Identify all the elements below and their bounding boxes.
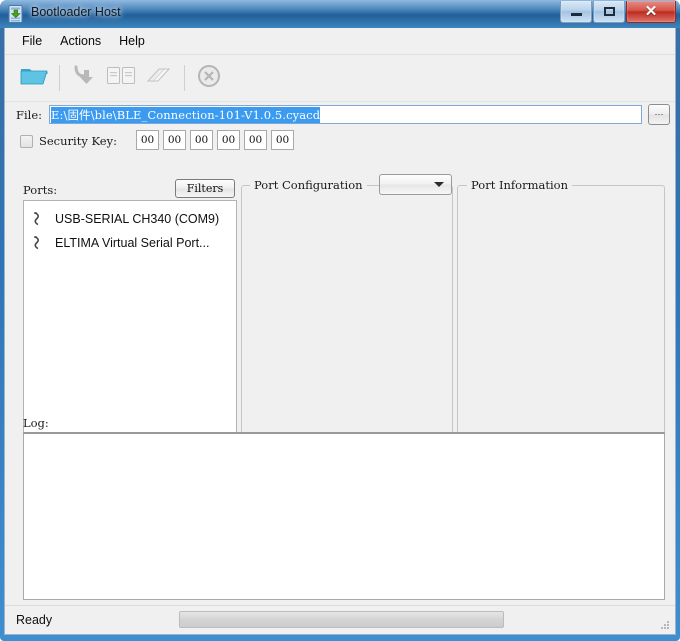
security-key-byte-group: 00 00 00 00 00 00	[136, 130, 298, 150]
toolbar-separator	[59, 65, 60, 91]
minimize-icon	[570, 13, 582, 16]
title-bar[interactable]: Bootloader Host ✕	[0, 0, 680, 28]
file-path-value: E:\固件\ble\BLE_Connection-101-V1.0.5.cyac…	[51, 107, 321, 123]
port-configuration-dropdown[interactable]	[379, 174, 452, 195]
toolbar-separator-2	[184, 65, 185, 91]
security-key-byte-0[interactable]: 00	[136, 130, 159, 150]
menu-bar: File Actions Help	[5, 28, 675, 55]
tool-bar	[5, 55, 675, 102]
caption-button-group: ✕	[559, 1, 676, 23]
security-key-byte-4[interactable]: 00	[244, 130, 267, 150]
minimize-button[interactable]	[560, 1, 592, 23]
status-bar: Ready	[5, 605, 675, 634]
serial-port-icon	[31, 235, 47, 251]
security-key-row: Security Key: , 00 00 00 00 00 00	[5, 129, 675, 155]
port-configuration-group: Port Configuration	[241, 178, 453, 435]
maximize-icon	[603, 7, 615, 16]
window-title: Bootloader Host	[31, 5, 121, 19]
port-configuration-caption: Port Configuration	[250, 178, 367, 192]
file-row: File: E:\固件\ble\BLE_Connection-101-V1.0.…	[5, 102, 675, 130]
list-item-label: USB-SERIAL CH340 (COM9)	[55, 212, 220, 226]
erase-icon	[144, 63, 176, 94]
list-item[interactable]: ELTIMA Virtual Serial Port...	[24, 231, 236, 255]
list-item-label: ELTIMA Virtual Serial Port...	[55, 236, 210, 250]
security-key-checkbox[interactable]	[20, 135, 33, 148]
browse-file-button[interactable]: ⋯	[648, 104, 670, 125]
abort-button	[190, 59, 228, 97]
progress-bar	[179, 611, 504, 628]
ports-list[interactable]: USB-SERIAL CH340 (COM9) ELTIMA Virtual S…	[23, 200, 237, 435]
program-download-icon	[71, 63, 97, 94]
program-button	[65, 59, 103, 97]
open-file-icon	[20, 63, 50, 94]
open-file-button[interactable]	[16, 59, 54, 97]
menu-help[interactable]: Help	[110, 30, 154, 52]
bootloader-document-download-icon	[8, 5, 25, 23]
security-key-byte-2[interactable]: 00	[190, 130, 213, 150]
status-text: Ready	[16, 613, 53, 627]
port-information-caption: Port Information	[467, 178, 572, 192]
serial-port-icon	[31, 211, 47, 227]
application-window: Bootloader Host ✕ File Actions Help File…	[0, 0, 680, 641]
file-label: File:	[16, 108, 43, 122]
erase-button	[141, 59, 179, 97]
resize-grip[interactable]	[658, 618, 671, 631]
close-button[interactable]: ✕	[626, 1, 676, 23]
security-key-byte-1[interactable]: 00	[163, 130, 186, 150]
filters-button[interactable]: Filters	[175, 179, 235, 198]
verify-button	[103, 59, 141, 97]
close-icon: ✕	[644, 3, 658, 20]
ports-label: Ports:	[23, 183, 58, 197]
log-label: Log:	[23, 416, 49, 430]
security-key-label: Security Key:	[39, 134, 117, 148]
log-textarea[interactable]	[23, 432, 665, 600]
menu-file[interactable]: File	[13, 30, 51, 52]
security-key-byte-5[interactable]: 00	[271, 130, 294, 150]
security-key-byte-3[interactable]: 00	[217, 130, 240, 150]
client-area: File Actions Help File: E:\固件\ble\BLE_Co…	[4, 28, 676, 635]
list-item[interactable]: USB-SERIAL CH340 (COM9)	[24, 207, 236, 231]
port-information-group: Port Information	[457, 178, 665, 435]
ellipsis-icon: ⋯	[654, 109, 664, 119]
maximize-button[interactable]	[593, 1, 625, 23]
verify-documents-icon	[105, 63, 139, 94]
abort-cancel-icon	[196, 63, 222, 94]
menu-actions[interactable]: Actions	[51, 30, 110, 52]
chevron-down-icon	[434, 182, 444, 187]
file-path-input[interactable]: E:\固件\ble\BLE_Connection-101-V1.0.5.cyac…	[49, 105, 642, 124]
